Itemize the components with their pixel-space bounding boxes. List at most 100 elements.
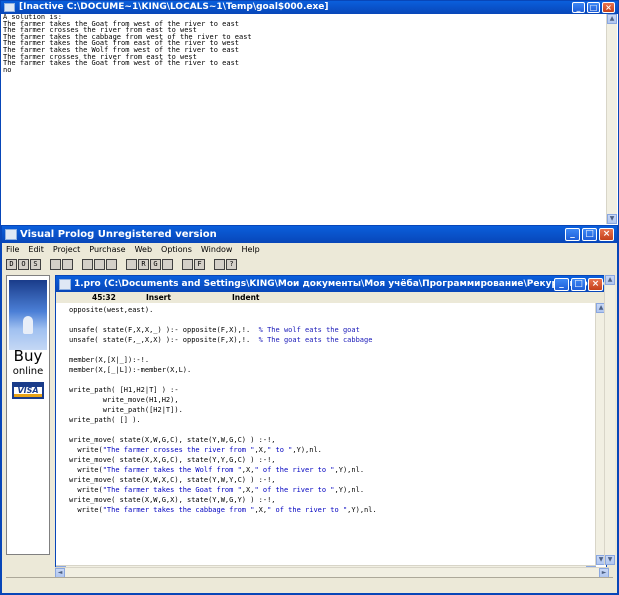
font-button[interactable]: F xyxy=(194,258,205,270)
open-file-button[interactable]: O xyxy=(18,258,29,270)
code-line: write("The farmer takes the cabbage from… xyxy=(69,505,589,515)
close-button[interactable]: × xyxy=(599,228,614,241)
scroll-down-icon[interactable]: ▼ xyxy=(607,214,617,224)
menu-project[interactable]: Project xyxy=(53,244,80,256)
minimize-button[interactable]: _ xyxy=(572,2,585,13)
code-text: ,Y),nl. xyxy=(347,506,377,514)
code-line: unsafe( state(F,_,X,X) ):- opposite(F,X)… xyxy=(69,335,589,345)
main-vertical-scrollbar[interactable]: ▲ ▼ xyxy=(604,275,615,565)
maximize-button[interactable]: □ xyxy=(582,228,597,241)
code-text: ,X, xyxy=(254,446,268,454)
code-text: unsafe( state(F,X,X,_) ):- opposite(F,X)… xyxy=(69,326,259,334)
menu-options[interactable]: Options xyxy=(161,244,192,256)
code-string: " of the river to " xyxy=(254,466,335,474)
menu-help[interactable]: Help xyxy=(241,244,259,256)
editor-title: 1.pro (C:\Documents and Settings\KING\Мо… xyxy=(74,279,606,289)
menu-purchase[interactable]: Purchase xyxy=(89,244,125,256)
code-text: unsafe( state(F,_,X,X) ):- opposite(F,X)… xyxy=(69,336,259,344)
menu-window[interactable]: Window xyxy=(201,244,233,256)
code-line: write_move( state(X,W,G,C), state(Y,W,G,… xyxy=(69,435,589,445)
minimize-button[interactable]: _ xyxy=(554,278,569,291)
code-string: "The farmer takes the Wolf from " xyxy=(102,466,242,474)
code-line: write_move(H1,H2), xyxy=(69,395,589,405)
insert-mode: Insert xyxy=(146,293,171,302)
scroll-up-icon[interactable]: ▲ xyxy=(607,14,617,24)
maximize-button[interactable]: □ xyxy=(571,278,586,291)
code-text: write( xyxy=(69,486,103,494)
scroll-up-icon[interactable]: ▲ xyxy=(605,275,615,285)
editor-titlebar[interactable]: 1.pro (C:\Documents and Settings\KING\Мо… xyxy=(56,276,606,292)
code-line: member(X,[X|_]):-!. xyxy=(69,355,589,365)
menu-edit[interactable]: Edit xyxy=(28,244,44,256)
console-titlebar[interactable]: [Inactive C:\DOCUME~1\KING\LOCALS~1\Temp… xyxy=(1,1,618,14)
visa-card-icon: VISA xyxy=(12,382,44,399)
ad-online-label: online xyxy=(12,366,44,377)
code-text: write_path([H2|T]). xyxy=(69,406,183,414)
editor-window: 1.pro (C:\Documents and Settings\KING\Мо… xyxy=(55,275,607,577)
code-text: ,X, xyxy=(241,486,255,494)
new-file-button[interactable]: D xyxy=(6,258,17,270)
code-line: write("The farmer crosses the river from… xyxy=(69,445,589,455)
main-title: Visual Prolog Unregistered version xyxy=(20,229,217,240)
code-line: write_move( state(X,X,G,C), state(Y,Y,G,… xyxy=(69,455,589,465)
ad-buy-label: Buy xyxy=(13,347,43,365)
minimize-button[interactable]: _ xyxy=(565,228,580,241)
help-button[interactable]: ? xyxy=(226,258,237,270)
ad-image xyxy=(9,280,47,350)
maximize-button[interactable]: □ xyxy=(587,2,600,13)
close-button[interactable]: × xyxy=(588,278,603,291)
code-line: write_path( [] ). xyxy=(69,415,589,425)
code-line: write_move( state(X,W,X,C), state(Y,W,Y,… xyxy=(69,475,589,485)
status-bar xyxy=(6,577,613,590)
code-editor[interactable]: opposite(west,east). unsafe( state(F,X,X,… xyxy=(69,305,589,550)
editor-status-bar: 45:32 Insert Indent xyxy=(56,292,606,303)
buy-online-ad[interactable]: Buy online VISA xyxy=(6,275,50,555)
test-goal-button[interactable]: R xyxy=(138,258,149,270)
tree-button[interactable] xyxy=(182,258,193,270)
debug-button[interactable] xyxy=(162,258,173,270)
code-text: write_move( state(X,W,G,X), state(Y,W,G,… xyxy=(69,496,276,504)
undo-button[interactable] xyxy=(50,258,61,270)
code-string: "The farmer crosses the river from " xyxy=(102,446,255,454)
console-window: [Inactive C:\DOCUME~1\KING\LOCALS~1\Temp… xyxy=(0,0,619,226)
tools-button[interactable] xyxy=(214,258,225,270)
code-text: opposite(west,east). xyxy=(69,306,154,314)
code-text: write_move(H1,H2), xyxy=(69,396,179,404)
redo-button[interactable] xyxy=(62,258,73,270)
console-line: no xyxy=(3,65,12,74)
scroll-down-icon[interactable]: ▼ xyxy=(605,555,615,565)
document-icon xyxy=(59,279,71,290)
copy-button[interactable] xyxy=(94,258,105,270)
save-button[interactable]: S xyxy=(30,258,41,270)
code-text: ,X, xyxy=(241,466,255,474)
compile-button[interactable] xyxy=(126,258,137,270)
code-text: write_move( state(X,X,G,C), state(Y,Y,G,… xyxy=(69,456,276,464)
main-titlebar[interactable]: Visual Prolog Unregistered version _ □ × xyxy=(2,226,617,243)
code-text: write_move( state(X,W,X,C), state(Y,W,Y,… xyxy=(69,476,276,484)
code-string: " of the river to " xyxy=(254,486,335,494)
paste-button[interactable] xyxy=(106,258,117,270)
code-comment: % The goat eats the cabbage xyxy=(258,336,373,344)
prolog-app-icon xyxy=(5,229,17,240)
code-text: ,X, xyxy=(254,506,268,514)
console-line: The farmer takes the Goat from west of t… xyxy=(3,59,240,68)
code-text: ,Y),nl. xyxy=(334,466,365,474)
menu-web[interactable]: Web xyxy=(135,244,152,256)
code-text: write_path( [H1,H2|T] ) :- xyxy=(69,386,179,394)
console-vertical-scrollbar[interactable]: ▲ ▼ xyxy=(606,14,617,224)
code-line: opposite(west,east). xyxy=(69,305,589,315)
app-icon xyxy=(4,3,15,12)
cut-button[interactable] xyxy=(82,258,93,270)
code-text: ,Y),nl. xyxy=(334,486,365,494)
code-text: member(X,[_|L]):-member(X,L). xyxy=(69,366,192,374)
indent-mode: Indent xyxy=(232,293,260,302)
menu-file[interactable]: File xyxy=(6,244,19,256)
console-title: [Inactive C:\DOCUME~1\KING\LOCALS~1\Temp… xyxy=(19,2,329,12)
code-text: write_move( state(X,W,G,C), state(Y,W,G,… xyxy=(69,436,276,444)
run-button[interactable]: G xyxy=(150,258,161,270)
close-button[interactable]: × xyxy=(602,2,615,13)
